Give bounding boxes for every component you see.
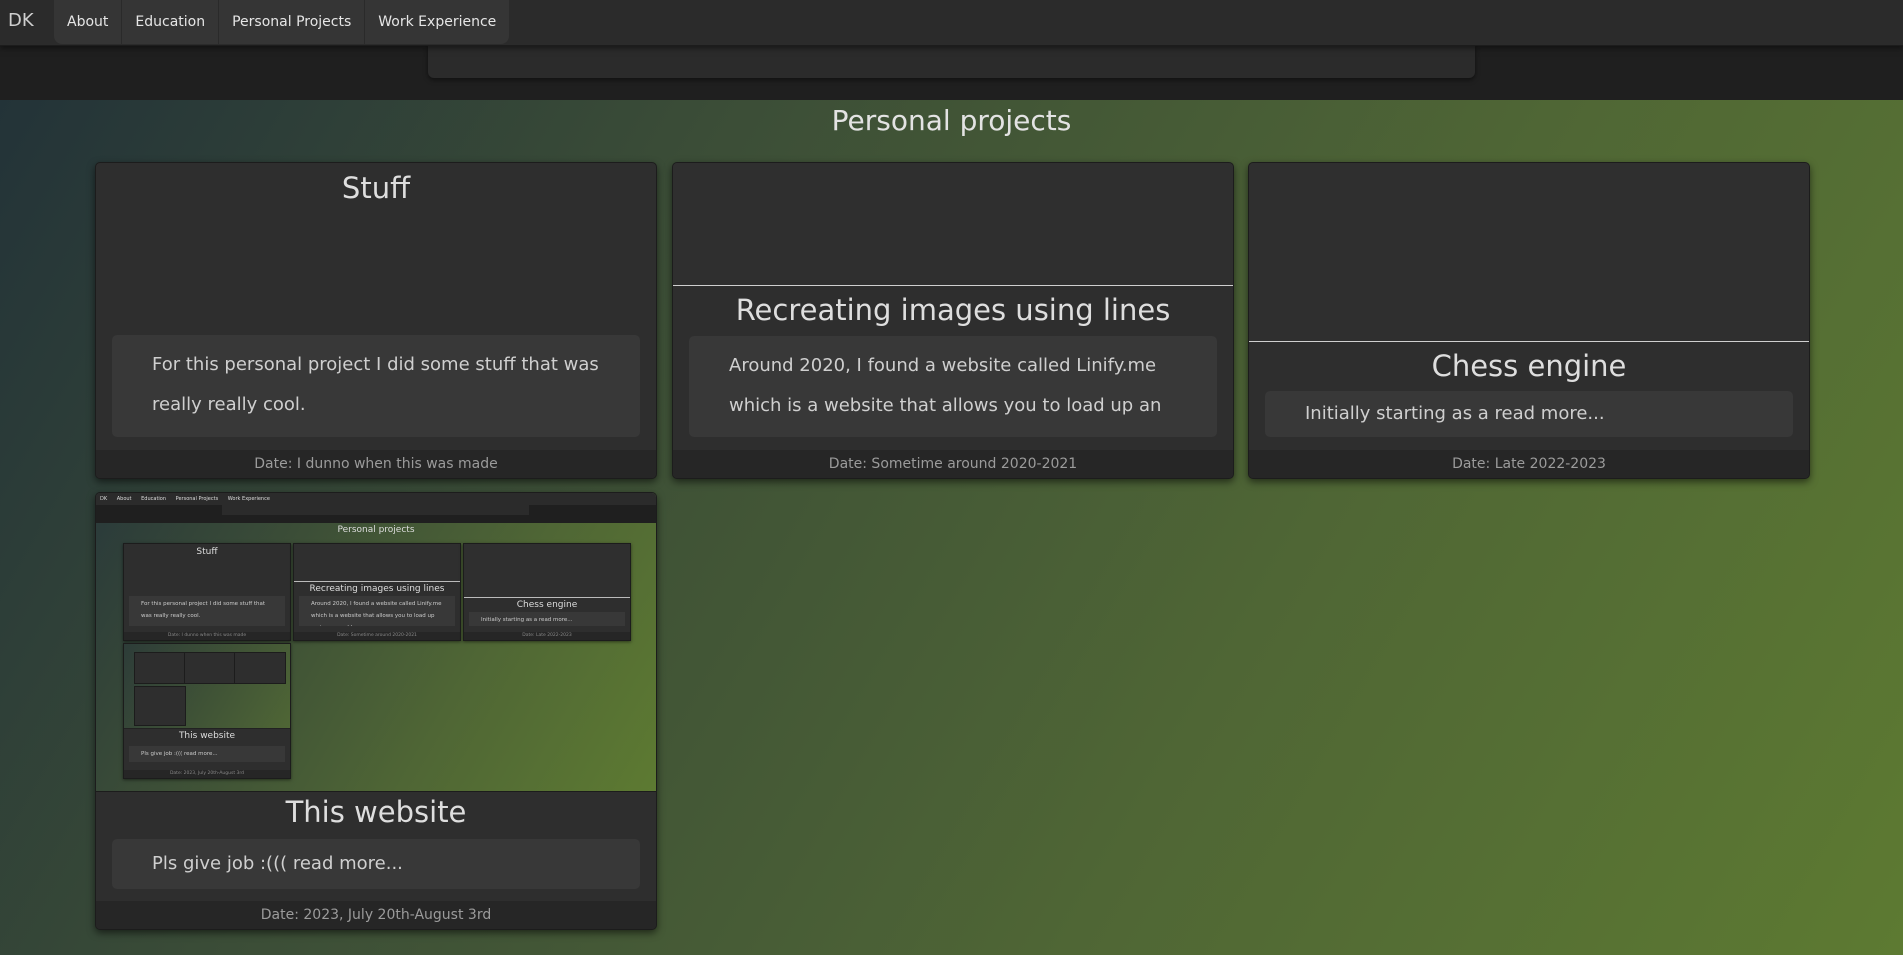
card-image	[1249, 163, 1809, 342]
thumb-card-title: Chess engine	[516, 600, 578, 610]
card-title: This website	[285, 795, 467, 829]
thumb-card-title: Recreating images using lines	[309, 584, 445, 594]
nav-menu: About Education Personal Projects Work E…	[54, 0, 510, 44]
thumb-card-description: Initially starting as a read more...	[469, 612, 625, 626]
thumb-card-date: Date: Late 2022-2023	[464, 632, 630, 640]
card-date: Date: Late 2022-2023	[1249, 450, 1809, 478]
card-image	[673, 163, 1233, 286]
thumb-card-image	[464, 544, 630, 598]
thumb-nav-item: Work Experience	[227, 496, 270, 502]
nav-item-personal-projects[interactable]: Personal Projects	[219, 0, 366, 44]
header-panel	[428, 45, 1475, 78]
nav-item-education[interactable]: Education	[122, 0, 220, 44]
thumb-section-title: Personal projects	[337, 525, 415, 535]
thumb-card-description: For this personal project I did some stu…	[129, 596, 285, 626]
project-card-recreating-images[interactable]: Recreating images using lines Around 202…	[672, 162, 1234, 479]
card-description: Pls give job :((( read more...	[112, 839, 640, 889]
card-description: For this personal project I did some stu…	[112, 335, 640, 437]
thumb-card: Chess engine Initially starting as a rea…	[463, 543, 631, 641]
thumb-card: Recreating images using lines Around 202…	[293, 543, 461, 641]
thumb-nav-item: Education	[141, 496, 167, 502]
thumb-card-date: Date: I dunno when this was made	[124, 632, 290, 640]
thumb-header-strip	[96, 505, 656, 523]
nav-item-about[interactable]: About	[54, 0, 123, 44]
card-date: Date: Sometime around 2020-2021	[673, 450, 1233, 478]
card-date: Date: I dunno when this was made	[96, 450, 656, 478]
nav-item-work-experience[interactable]: Work Experience	[365, 0, 509, 44]
thumb-card-date: Date: Sometime around 2020-2021	[294, 632, 460, 640]
thumb-card: Stuff For this personal project I did so…	[123, 543, 291, 641]
thumb-card: This website Pls give job :((( read more…	[123, 643, 291, 779]
card-description: Around 2020, I found a website called Li…	[689, 336, 1217, 437]
site-logo[interactable]: DK	[8, 10, 34, 31]
project-card-this-website[interactable]: DK About Education Personal Projects Wor…	[95, 492, 657, 930]
thumb-card-date: Date: 2023, July 20th-August 3rd	[124, 770, 290, 778]
card-description: Initially starting as a read more...	[1265, 391, 1793, 437]
thumb-card-description: Around 2020, I found a website called Li…	[299, 596, 455, 626]
card-title: Recreating images using lines	[735, 293, 1171, 327]
card-title: Chess engine	[1431, 349, 1627, 383]
thumb-nested-screenshot	[124, 644, 290, 729]
thumb-navbar: DK About Education Personal Projects Wor…	[96, 493, 656, 505]
thumb-card-image	[294, 544, 460, 582]
thumb-nav-item: About	[116, 496, 132, 502]
thumb-card-description: Pls give job :((( read more...	[129, 746, 285, 762]
header-strip	[0, 45, 1903, 100]
card-title: Stuff	[341, 171, 411, 205]
project-card-chess-engine[interactable]: Chess engine Initially starting as a rea…	[1248, 162, 1810, 479]
thumb-card-title: This website	[178, 731, 236, 741]
thumb-nav-item: Personal Projects	[175, 496, 219, 502]
thumb-card-title: Stuff	[196, 547, 218, 557]
thumb-logo: DK	[100, 496, 108, 502]
card-date: Date: 2023, July 20th-August 3rd	[96, 901, 656, 929]
top-navbar: DK About Education Personal Projects Wor…	[0, 0, 1903, 46]
section-title: Personal projects	[831, 104, 1072, 137]
project-card-stuff[interactable]: Stuff For this personal project I did so…	[95, 162, 657, 479]
website-screenshot-thumbnail: DK About Education Personal Projects Wor…	[96, 493, 656, 792]
